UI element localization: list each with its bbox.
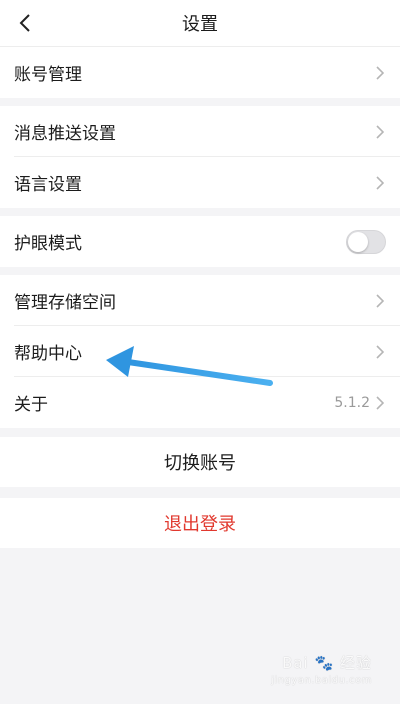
settings-item-about[interactable]: 关于 5.1.2: [0, 377, 400, 428]
back-button[interactable]: [12, 10, 38, 36]
chevron-right-icon: [374, 175, 386, 190]
chevron-right-icon: [374, 124, 386, 139]
settings-item-push-notifications[interactable]: 消息推送设置: [0, 106, 400, 157]
settings-item-label: 语言设置: [14, 175, 82, 195]
settings-item-language[interactable]: 语言设置: [0, 157, 400, 208]
settings-item-account-management[interactable]: 账号管理: [0, 47, 400, 98]
paw-icon: 🐾: [314, 654, 335, 672]
eye-protection-toggle[interactable]: [346, 229, 386, 254]
switch-account-button[interactable]: 切换账号: [0, 437, 400, 487]
nav-bar: 设置: [0, 0, 400, 47]
chevron-right-icon: [374, 395, 386, 410]
settings-group-misc: 管理存储空间 帮助中心 关于 5.1.2: [0, 275, 400, 428]
chevron-right-icon: [374, 344, 386, 359]
settings-item-help-center[interactable]: 帮助中心: [0, 326, 400, 377]
watermark-url: jingyan.baidu.com: [271, 675, 372, 686]
settings-group-account: 账号管理: [0, 47, 400, 98]
baidu-watermark: Bai 🐾 经验 jingyan.baidu.com: [271, 652, 372, 686]
settings-group-notifications: 消息推送设置 语言设置: [0, 106, 400, 208]
version-value: 5.1.2: [334, 394, 370, 411]
logout-button[interactable]: 退出登录: [0, 498, 400, 548]
watermark-brand-cn: 经验: [339, 654, 372, 672]
page-title: 设置: [182, 14, 218, 35]
settings-group-display: 护眼模式: [0, 216, 400, 267]
chevron-right-icon: [374, 293, 386, 308]
settings-item-label: 关于: [14, 395, 48, 415]
settings-item-label: 帮助中心: [14, 344, 82, 364]
watermark-brand: Bai: [282, 654, 309, 672]
settings-item-label: 管理存储空间: [14, 293, 116, 313]
settings-item-label: 护眼模式: [14, 234, 82, 254]
settings-item-storage[interactable]: 管理存储空间: [0, 275, 400, 326]
chevron-right-icon: [374, 65, 386, 80]
settings-item-eye-protection: 护眼模式: [0, 216, 400, 267]
toggle-knob: [348, 231, 368, 252]
settings-item-label: 消息推送设置: [14, 124, 116, 144]
chevron-left-icon: [19, 14, 30, 32]
settings-item-label: 账号管理: [14, 65, 82, 85]
